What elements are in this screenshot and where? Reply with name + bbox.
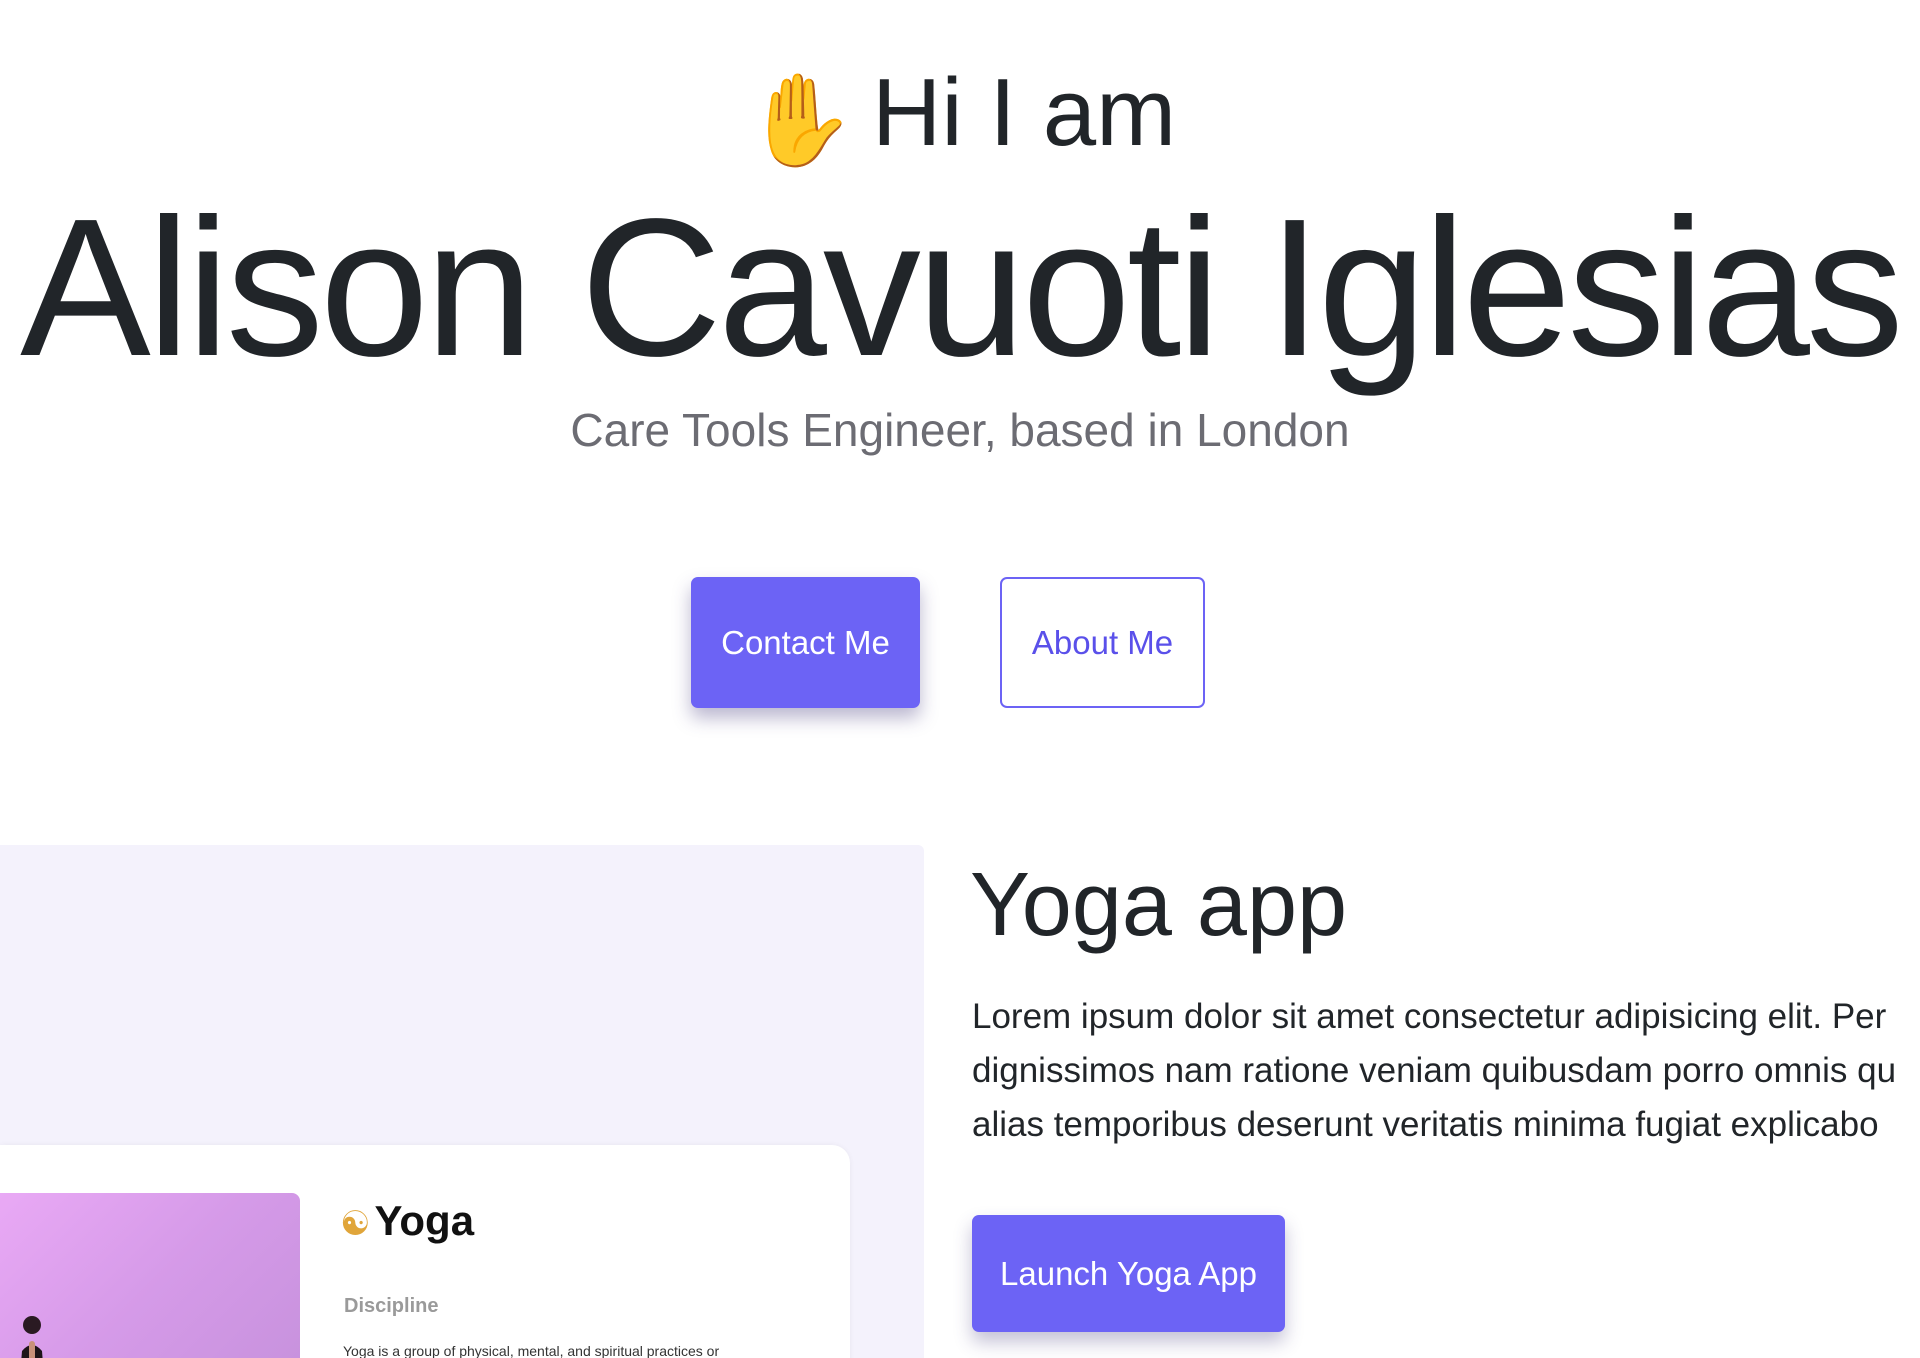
meditation-icon: ☯ <box>340 1204 371 1244</box>
description-line: Lorem ipsum dolor sit amet consectetur a… <box>972 997 1887 1036</box>
preview-title-text: Yoga <box>374 1197 475 1244</box>
launch-yoga-app-button[interactable]: Launch Yoga App <box>972 1215 1285 1332</box>
about-me-button[interactable]: About Me <box>1000 577 1205 708</box>
greeting-text: Hi I am <box>872 59 1177 166</box>
greeting-heading: ✋ Hi I am <box>0 58 1920 176</box>
tagline: Care Tools Engineer, based in London <box>570 404 1350 456</box>
project-description: Lorem ipsum dolor sit amet consectetur a… <box>972 990 1920 1152</box>
preview-body-text: Yoga is a group of physical, mental, and… <box>343 1343 720 1358</box>
preview-title: ☯Yoga <box>340 1197 474 1245</box>
preview-subtitle: Discipline <box>344 1295 439 1317</box>
yoga-hero-image <box>0 1193 300 1358</box>
waving-hand-icon: ✋ <box>743 68 857 173</box>
name-heading: Alison Cavuoti Iglesias <box>20 178 1904 397</box>
description-line: alias temporibus deserunt veritatis mini… <box>972 1105 1879 1144</box>
contact-me-button[interactable]: Contact Me <box>691 577 920 708</box>
yoga-app-screenshot: ☯Yoga Discipline Yoga is a group of phys… <box>0 1145 850 1358</box>
project-preview-panel: ☯Yoga Discipline Yoga is a group of phys… <box>0 845 924 1358</box>
project-title: Yoga app <box>970 855 1348 955</box>
description-line: dignissimos nam ratione veniam quibusdam… <box>972 1051 1897 1090</box>
person-figure-icon <box>21 1316 43 1358</box>
